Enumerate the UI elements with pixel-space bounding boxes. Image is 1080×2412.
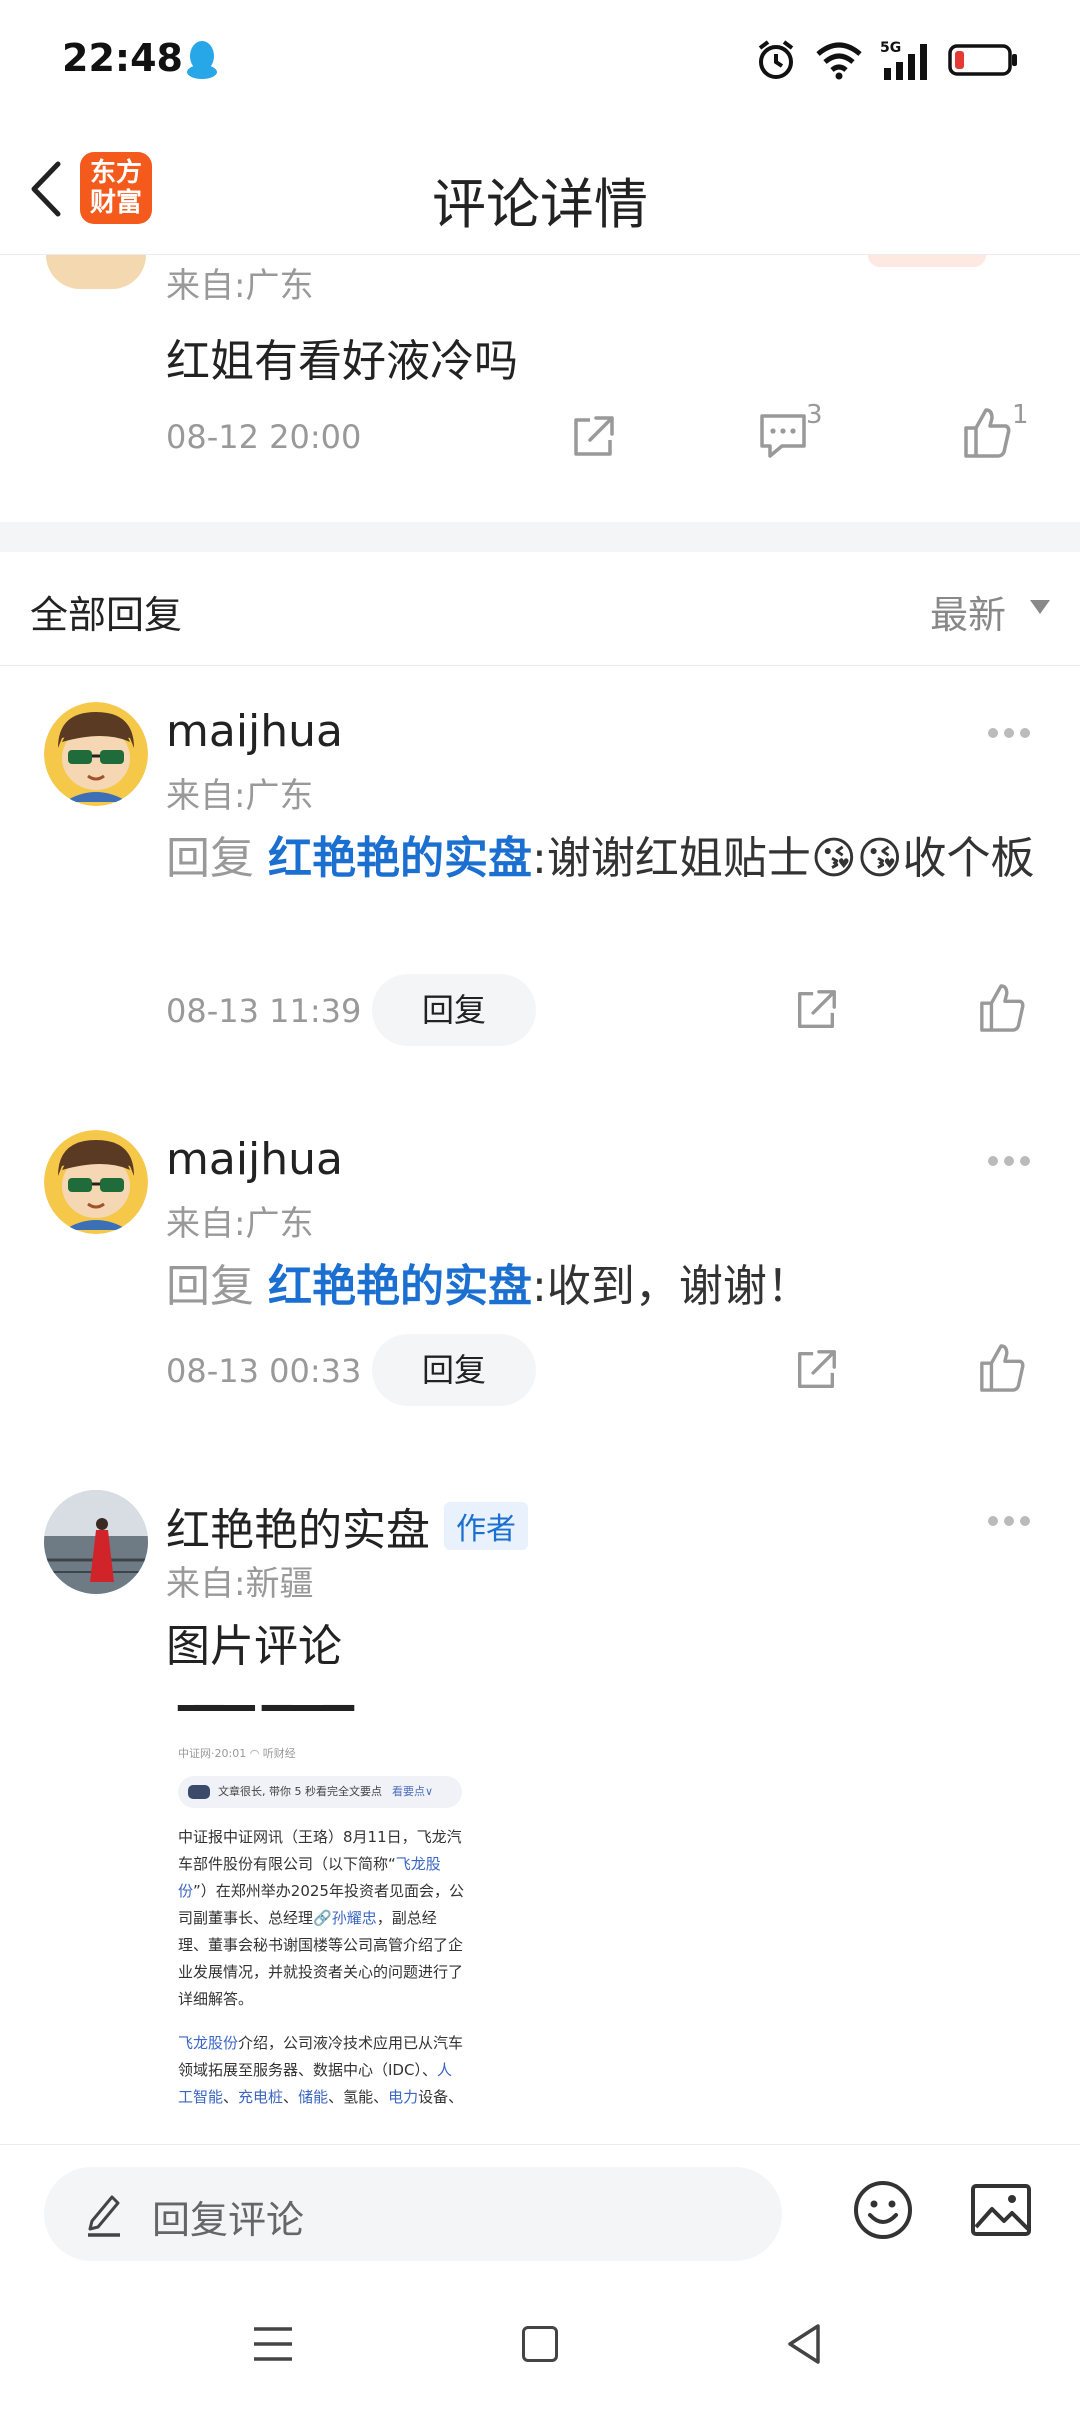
status-bar: 22:48 5G: [0, 0, 1080, 120]
image-link: 飞龙股份: [178, 2034, 239, 2052]
author-name[interactable]: 红艳艳的实盘: [166, 1505, 430, 1556]
pencil-icon: [88, 2195, 120, 2237]
reply-input-placeholder: 回复评论: [152, 2198, 305, 2242]
replies-header: 全部回复 最新: [0, 552, 1080, 666]
image-link: 充电桩: [238, 2088, 284, 2106]
thumbs-up-icon[interactable]: [978, 982, 1026, 1034]
image-summary-pill: 文章很长, 带你 5 秒看完全文要点 看要点∨: [178, 1776, 462, 1808]
share-icon[interactable]: [568, 412, 618, 462]
back-icon[interactable]: [784, 2322, 824, 2366]
comment-image[interactable]: ▂▂▂▂▂ ▂▂▂▂▂▂ 中证网·20:01 ◠ 听财经 文章很长, 带你 5 …: [166, 1700, 476, 2128]
reply-source: 来自:新疆: [166, 1564, 314, 1604]
signal-icon: 5G: [880, 40, 927, 80]
image-icon[interactable]: [970, 2183, 1032, 2237]
emoji-icon[interactable]: [852, 2179, 914, 2241]
comment-body: 红姐有看好液冷吗: [166, 336, 518, 387]
reply-text: :收到，谢谢！: [532, 1261, 811, 1312]
thumbs-up-icon[interactable]: [978, 1342, 1026, 1394]
image-meta: 中证网·20:01 ◠ 听财经: [178, 1747, 296, 1760]
network-label: 5G: [880, 40, 901, 56]
reply-input[interactable]: 回复评论: [44, 2167, 782, 2261]
reply-date: 08-13 11:39: [166, 992, 362, 1030]
avatar[interactable]: [46, 255, 146, 289]
reply-source: 来自:广东: [166, 1204, 314, 1244]
more-icon[interactable]: [986, 1154, 1032, 1168]
image-paragraph: 飞龙股份介绍，公司液冷技术应用已从汽车领域拓展至服务器、数据中心（IDC）、人工…: [178, 2030, 464, 2111]
mention-link[interactable]: 红艳艳的实盘: [268, 1261, 532, 1312]
reply-prefix: 回复: [166, 833, 268, 884]
share-icon[interactable]: [792, 1346, 840, 1394]
more-icon[interactable]: [986, 1514, 1032, 1528]
home-icon[interactable]: [522, 2326, 558, 2362]
alarm-icon: [758, 40, 794, 79]
reply-button[interactable]: 回复: [372, 974, 536, 1046]
image-pill-text: 文章很长, 带你 5 秒看完全文要点: [218, 1785, 382, 1798]
image-text: 、: [283, 2088, 299, 2106]
share-icon[interactable]: [792, 986, 840, 1034]
image-link: 🔗孙耀忠: [313, 1909, 377, 1927]
reply-button[interactable]: 回复: [372, 1334, 536, 1406]
reply-prefix: 回复: [166, 1261, 268, 1312]
replies-title: 全部回复: [30, 593, 183, 637]
reply-username[interactable]: maijhua: [166, 706, 343, 757]
reply-text: 图片评论: [166, 1621, 342, 1672]
reply-username[interactable]: maijhua: [166, 1134, 343, 1185]
image-link: 储能: [298, 2088, 329, 2106]
image-text: 设备、: [418, 2088, 464, 2106]
sort-dropdown[interactable]: 最新: [930, 584, 1006, 639]
status-icons: 5G: [754, 36, 1018, 84]
image-text: 、: [223, 2088, 239, 2106]
menu-icon[interactable]: [252, 2325, 294, 2363]
avatar[interactable]: [44, 702, 148, 806]
comment-source: 来自:广东: [166, 266, 314, 306]
section-divider: [0, 522, 1080, 552]
avatar[interactable]: [44, 1490, 148, 1594]
image-text: 、氢能、: [328, 2088, 389, 2106]
more-icon[interactable]: [986, 726, 1032, 740]
comment-date: 08-12 20:00: [166, 418, 362, 456]
reply-composer: 回复评论: [0, 2144, 1080, 2412]
page-title: 评论详情: [432, 173, 648, 236]
author-badge: 作者: [444, 1502, 528, 1550]
reply-source: 来自:广东: [166, 776, 314, 816]
like-count: 1: [1012, 400, 1029, 430]
wifi-icon: [816, 42, 862, 80]
comment-count: 3: [806, 400, 823, 430]
image-paragraph: 中证报中证网讯（王珞）8月11日，飞龙汽车部件股份有限公司（以下简称“飞龙股份”…: [178, 1824, 464, 2013]
qq-icon: [187, 41, 217, 79]
reply-text: :谢谢红姐贴士😘😘收个板: [532, 833, 1035, 884]
battery-icon: [948, 44, 1017, 76]
reply-username[interactable]: 红艳艳的实盘 作者: [166, 1494, 528, 1558]
top-navigation-bar: 东方财富 评论详情: [0, 120, 1080, 255]
comment-icon[interactable]: [756, 408, 810, 462]
reply-body: 回复 红艳艳的实盘:谢谢红姐贴士😘😘收个板: [166, 825, 1046, 893]
robot-icon: [188, 1785, 210, 1799]
image-pill-link: 看要点∨: [391, 1785, 434, 1798]
follow-button[interactable]: [868, 255, 986, 267]
mention-link[interactable]: 红艳艳的实盘: [268, 833, 532, 884]
avatar[interactable]: [44, 1130, 148, 1234]
reply-date: 08-13 00:33: [166, 1352, 362, 1390]
caret-down-icon[interactable]: [1030, 600, 1050, 614]
thumbs-up-icon[interactable]: [962, 406, 1012, 460]
image-link: 电力: [388, 2088, 419, 2106]
image-cut-title: ▂▂▂▂▂ ▂▂▂▂▂▂: [178, 1700, 354, 1713]
status-time: 22:48: [62, 36, 183, 80]
reply-body: 回复 红艳艳的实盘:收到，谢谢！: [166, 1253, 1046, 1321]
